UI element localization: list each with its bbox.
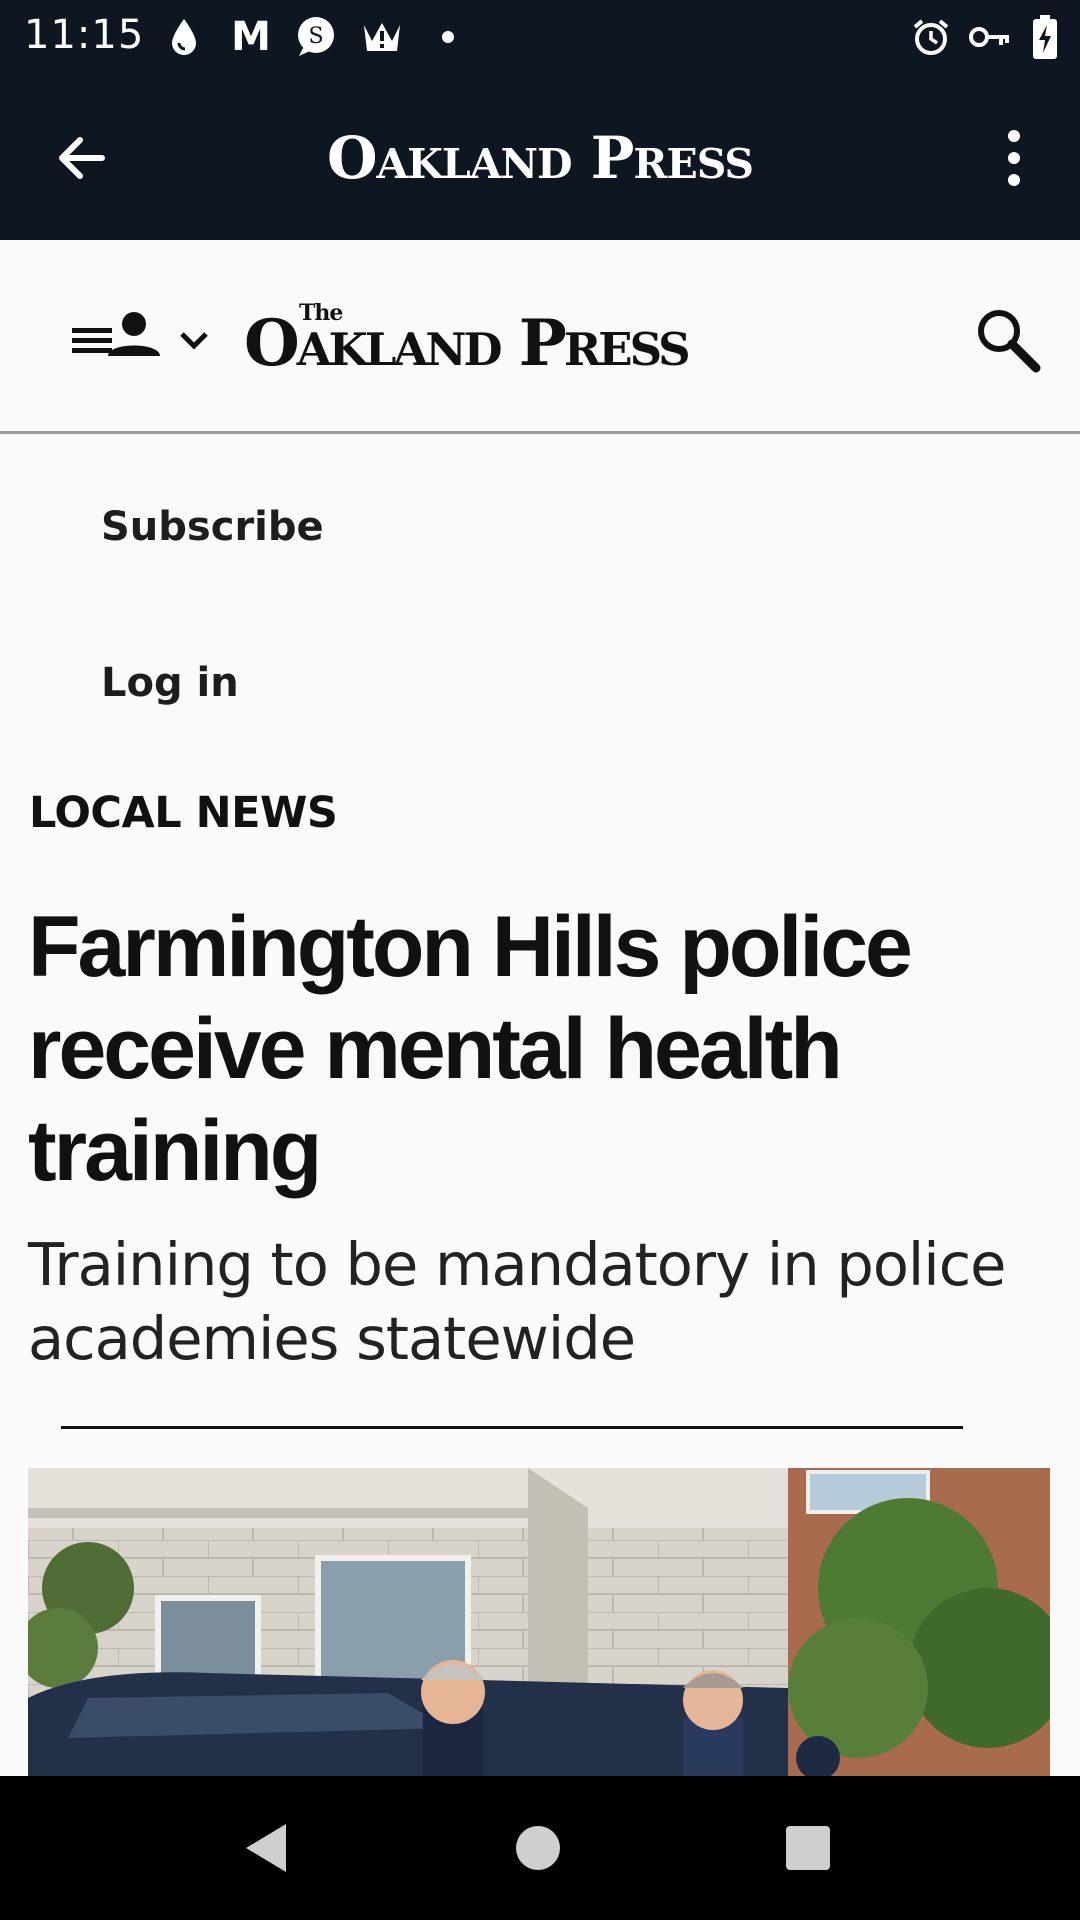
nav-back-icon[interactable] bbox=[236, 1816, 300, 1880]
status-bar: 11:15 M S bbox=[0, 0, 1080, 76]
nav-home-icon[interactable] bbox=[506, 1816, 570, 1880]
gmail-icon: M bbox=[231, 14, 271, 60]
vpn-key-icon bbox=[968, 14, 1012, 60]
status-time: 11:15 bbox=[24, 12, 145, 58]
battery-charging-icon bbox=[1030, 14, 1060, 60]
alarm-icon bbox=[910, 14, 952, 60]
app-bar: Oakland Press bbox=[0, 76, 1080, 240]
crown-alert-icon bbox=[360, 14, 404, 60]
article-photo[interactable] bbox=[28, 1468, 1050, 1776]
article-subheadline: Training to be mandatory in police acade… bbox=[28, 1230, 1006, 1373]
site-logo[interactable]: The Oakland Press bbox=[244, 300, 764, 381]
account-menu-button[interactable] bbox=[72, 308, 222, 372]
water-drop-icon bbox=[166, 14, 202, 60]
logo-name-text: Oakland Press bbox=[244, 306, 691, 381]
more-vert-icon[interactable] bbox=[994, 128, 1034, 188]
app-title: Oakland Press bbox=[326, 124, 754, 192]
section-label[interactable]: LOCAL NEWS bbox=[29, 788, 338, 838]
login-link[interactable]: Log in bbox=[101, 660, 239, 706]
s-chat-icon: S bbox=[294, 14, 338, 60]
site-header: The Oakland Press bbox=[0, 240, 1080, 434]
nav-recents-icon[interactable] bbox=[776, 1816, 840, 1880]
hamburger-icon bbox=[72, 328, 112, 353]
subscribe-link[interactable]: Subscribe bbox=[101, 504, 324, 550]
system-nav-bar bbox=[0, 1776, 1080, 1920]
article-headline: Farmington Hills police receive mental h… bbox=[28, 899, 913, 1199]
chevron-down-icon bbox=[180, 332, 208, 350]
divider bbox=[61, 1426, 963, 1429]
svg-text:S: S bbox=[308, 24, 323, 49]
person-icon bbox=[108, 312, 160, 356]
search-icon[interactable] bbox=[972, 304, 1042, 374]
dot-icon bbox=[440, 14, 456, 60]
